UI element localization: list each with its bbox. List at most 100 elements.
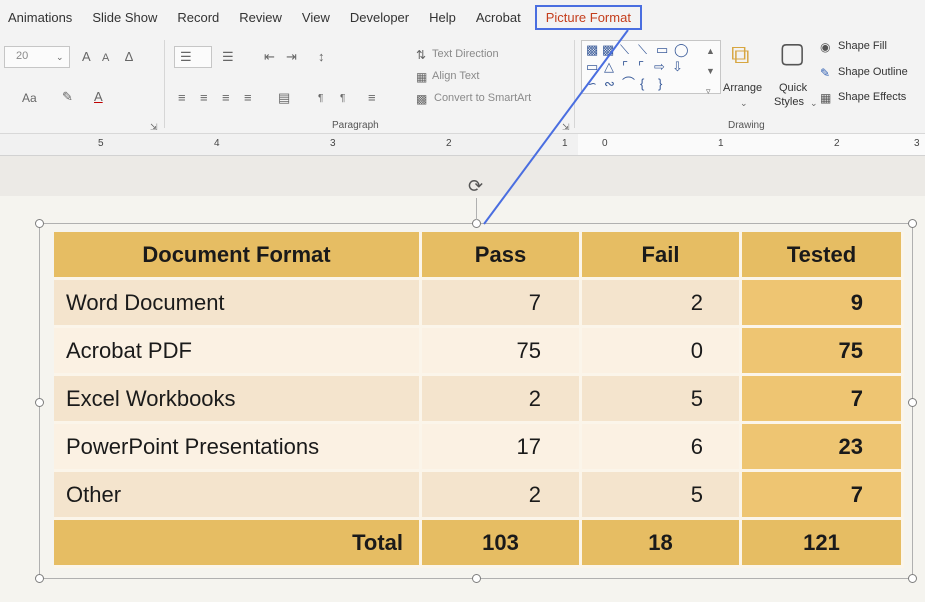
row-label[interactable]: Other — [54, 472, 422, 520]
smartart-icon[interactable]: ▩ — [416, 92, 427, 106]
quick-styles-label-2[interactable]: Styles — [774, 96, 804, 108]
tab-acrobat[interactable]: Acrobat — [476, 7, 521, 28]
header-fail[interactable]: Fail — [582, 232, 742, 280]
ltr-icon[interactable]: ¶ — [318, 92, 323, 106]
resize-handle-top[interactable] — [472, 219, 481, 228]
curve-shape-icon[interactable]: ∾ — [604, 77, 615, 91]
resize-handle-top-left[interactable] — [35, 219, 44, 228]
vertical-text-box-icon[interactable]: ▩ — [602, 43, 614, 57]
oval-shape-icon[interactable]: ◯ — [674, 43, 689, 57]
pass-cell[interactable]: 2 — [422, 472, 582, 520]
row-label[interactable]: PowerPoint Presentations — [54, 424, 422, 472]
pass-cell[interactable]: 2 — [422, 376, 582, 424]
text-direction-button[interactable]: Text Direction — [432, 48, 499, 60]
align-right-icon[interactable]: ≡ — [222, 91, 230, 105]
tab-developer[interactable]: Developer — [350, 7, 409, 28]
font-dialog-launcher-icon[interactable]: ⇲ — [150, 120, 158, 134]
text-box-icon[interactable]: ▩ — [586, 43, 598, 57]
rectangle-shape-icon[interactable]: ▭ — [656, 43, 668, 57]
gallery-scroll-down-icon[interactable]: ▼ — [706, 64, 715, 78]
tested-cell[interactable]: 75 — [742, 328, 904, 376]
quick-styles-label-1[interactable]: Quick — [779, 82, 807, 94]
columns-icon[interactable]: ▤ — [278, 91, 290, 105]
fail-cell[interactable]: 0 — [582, 328, 742, 376]
arrange-icon[interactable]: ⧉ — [731, 40, 750, 68]
freeform-shape-icon[interactable]: ∽ — [586, 77, 597, 91]
list-options-icon[interactable]: ≡ — [368, 91, 376, 105]
align-text-icon[interactable]: ▦ — [416, 70, 427, 84]
align-left-icon[interactable]: ≡ — [178, 91, 186, 105]
down-arrow-shape-icon[interactable]: ⇩ — [672, 60, 683, 74]
fail-cell[interactable]: 5 — [582, 376, 742, 424]
line-spacing-icon[interactable]: ↕ — [318, 50, 325, 64]
tested-cell[interactable]: 9 — [742, 280, 904, 328]
shape-fill-button[interactable]: Shape Fill — [838, 40, 887, 52]
tab-picture-format[interactable]: Picture Format — [534, 4, 642, 30]
shape-effects-button[interactable]: Shape Effects — [838, 91, 906, 103]
pass-cell[interactable]: 17 — [422, 424, 582, 472]
shape-effects-icon[interactable]: ▦ — [820, 91, 831, 105]
pass-cell[interactable]: 7 — [422, 280, 582, 328]
justify-icon[interactable]: ≡ — [244, 91, 252, 105]
highlight-icon[interactable]: ✎ — [62, 90, 73, 104]
row-label[interactable]: Acrobat PDF — [54, 328, 422, 376]
tab-review[interactable]: Review — [239, 7, 282, 28]
tab-animations[interactable]: Animations — [8, 7, 72, 28]
grow-font-icon[interactable]: A — [82, 50, 91, 64]
fail-cell[interactable]: 5 — [582, 472, 742, 520]
tab-view[interactable]: View — [302, 7, 330, 28]
gallery-scroll-up-icon[interactable]: ▲ — [706, 44, 715, 58]
header-document-format[interactable]: Document Format — [54, 232, 422, 280]
clear-format-icon[interactable]: ∆ — [125, 50, 133, 64]
fail-cell[interactable]: 6 — [582, 424, 742, 472]
shape-outline-icon[interactable]: ✎ — [820, 66, 830, 80]
data-table[interactable]: Document Format Pass Fail Tested Word Do… — [54, 232, 904, 568]
quick-styles-icon[interactable]: ▢ — [779, 38, 805, 68]
elbow-connector-icon[interactable]: ⌜ — [622, 60, 628, 74]
total-pass[interactable]: 103 — [422, 520, 582, 568]
rtl-icon[interactable]: ¶ — [340, 92, 345, 106]
triangle-shape-icon[interactable]: △ — [604, 60, 614, 74]
line-shape-icon[interactable]: ⟍ — [620, 43, 629, 57]
connector-icon[interactable]: ⌜ — [638, 60, 644, 74]
header-pass[interactable]: Pass — [422, 232, 582, 280]
paragraph-dialog-launcher-icon[interactable]: ⇲ — [562, 120, 570, 134]
arrange-button[interactable]: Arrange — [723, 82, 762, 94]
resize-handle-bottom-right[interactable] — [908, 574, 917, 583]
shapes-gallery[interactable]: ▩ ▩ ⟍ ⟍ ▭ ◯ ▭ △ ⌜ ⌜ ⇨ ⇩ ∽ ∾ ⌒ { } — [581, 40, 721, 94]
horizontal-ruler[interactable]: 5 4 3 2 2 1 0 1 2 3 — [0, 134, 925, 156]
resize-handle-bottom[interactable] — [472, 574, 481, 583]
convert-smartart-button[interactable]: Convert to SmartArt — [434, 92, 531, 104]
resize-handle-top-right[interactable] — [908, 219, 917, 228]
pass-cell[interactable]: 75 — [422, 328, 582, 376]
resize-handle-left[interactable] — [35, 398, 44, 407]
rounded-rect-shape-icon[interactable]: ▭ — [586, 60, 598, 74]
font-color-icon[interactable]: A — [94, 90, 103, 104]
total-tested[interactable]: 121 — [742, 520, 904, 568]
decrease-indent-icon[interactable]: ⇤ — [264, 50, 275, 64]
arc-shape-icon[interactable]: ⌒ — [622, 77, 635, 91]
align-center-icon[interactable]: ≡ — [200, 91, 208, 105]
tested-cell[interactable]: 7 — [742, 376, 904, 424]
resize-handle-bottom-left[interactable] — [35, 574, 44, 583]
tested-cell[interactable]: 7 — [742, 472, 904, 520]
total-fail[interactable]: 18 — [582, 520, 742, 568]
fail-cell[interactable]: 2 — [582, 280, 742, 328]
left-brace-shape-icon[interactable]: { — [640, 77, 644, 91]
chevron-down-icon[interactable]: ⌄ — [56, 50, 64, 64]
tab-help[interactable]: Help — [429, 7, 456, 28]
arrow-shape-icon[interactable]: ⟍ — [638, 43, 647, 57]
shrink-font-icon[interactable]: A — [102, 51, 109, 65]
shape-outline-button[interactable]: Shape Outline — [838, 66, 908, 78]
row-label[interactable]: Excel Workbooks — [54, 376, 422, 424]
text-direction-icon[interactable]: ⇅ — [416, 48, 426, 62]
align-text-button[interactable]: Align Text — [432, 70, 480, 82]
increase-indent-icon[interactable]: ⇥ — [286, 50, 297, 64]
tested-cell[interactable]: 23 — [742, 424, 904, 472]
shape-fill-icon[interactable]: ◉ — [820, 40, 830, 54]
resize-handle-right[interactable] — [908, 398, 917, 407]
tab-slide-show[interactable]: Slide Show — [92, 7, 157, 28]
right-arrow-shape-icon[interactable]: ⇨ — [654, 60, 665, 74]
rotate-handle-icon[interactable]: ⟳ — [468, 177, 483, 195]
change-case-icon[interactable]: Aa — [22, 91, 37, 105]
